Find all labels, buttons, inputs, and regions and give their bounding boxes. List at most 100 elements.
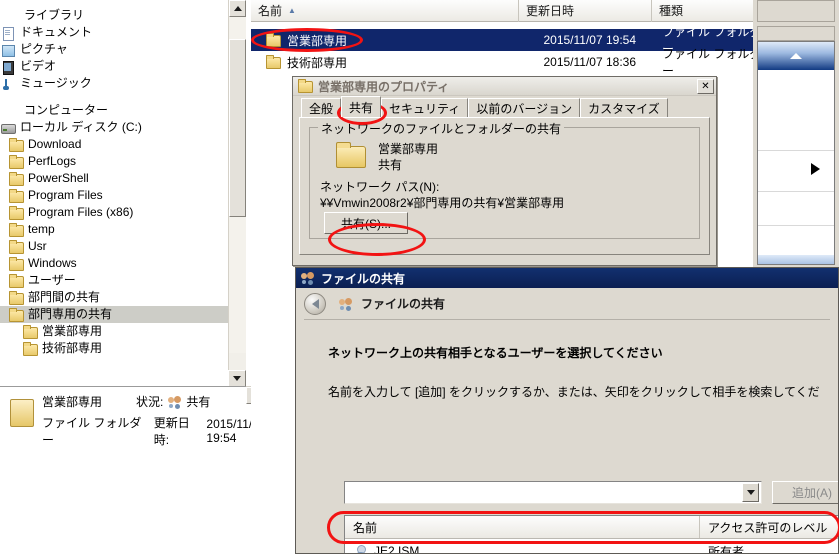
- sidebar-item-powershell[interactable]: PowerShell: [0, 170, 228, 187]
- permission-row[interactable]: JE2 ISM 所有者: [345, 539, 838, 553]
- folder-properties-dialog[interactable]: 営業部専用のプロパティ ✕ 全般 共有 セキュリティ 以前のバージョン カスタマ…: [292, 76, 717, 266]
- chevron-down-icon[interactable]: [742, 483, 759, 502]
- tab-customize[interactable]: カスタマイズ: [580, 98, 668, 117]
- file-list-header: 名前 ▲ 更新日時 種類: [251, 0, 839, 22]
- tab-security[interactable]: セキュリティ: [381, 98, 469, 117]
- column-header-modified[interactable]: 更新日時: [519, 0, 652, 22]
- scroll-thumb[interactable]: [229, 39, 246, 217]
- details-status-value: 共有: [186, 395, 211, 409]
- sidebar-item-users[interactable]: ユーザー: [0, 272, 228, 289]
- share-users-icon: [300, 271, 316, 285]
- tab-previous-versions[interactable]: 以前のバージョン: [468, 98, 581, 117]
- list-item[interactable]: [758, 70, 834, 111]
- tree-item-label: 技術部専用: [42, 341, 103, 355]
- sidebar-item-download[interactable]: Download: [0, 136, 228, 153]
- close-icon[interactable]: ✕: [697, 78, 714, 94]
- folder-icon: [297, 79, 313, 93]
- tree-item-label: Program Files: [28, 188, 103, 202]
- tree-item-label: ユーザー: [28, 273, 76, 287]
- tree-item-label: ミュージック: [20, 76, 92, 90]
- shared-users-icon: [167, 395, 183, 409]
- column-header-name[interactable]: 名前: [345, 516, 700, 538]
- tree-item-label: PerfLogs: [28, 154, 77, 168]
- tab-label: セキュリティ: [389, 101, 461, 116]
- folder-icon: [8, 171, 24, 186]
- sidebar-item-music[interactable]: ミュージック: [0, 75, 228, 92]
- folder-icon: [265, 33, 281, 47]
- tab-sharing[interactable]: 共有: [341, 96, 382, 117]
- tree-vertical-scrollbar[interactable]: [228, 0, 246, 370]
- sidebar-item-temp[interactable]: temp: [0, 221, 228, 238]
- tree-item-label: ライブラリ: [24, 8, 85, 22]
- folder-icon: [22, 341, 38, 356]
- sidebar-item-videos[interactable]: ビデオ: [0, 58, 228, 75]
- wizard-heading: ネットワーク上の共有相手となるユーザーを選択してください: [328, 346, 663, 360]
- tab-label: カスタマイズ: [588, 101, 660, 116]
- tree-section-computer[interactable]: コンピューター: [0, 102, 228, 119]
- back-arrow-icon[interactable]: [304, 292, 326, 315]
- column-label: 名前: [258, 4, 283, 18]
- user-name-input[interactable]: [349, 484, 743, 501]
- chevron-left-icon: [311, 298, 319, 309]
- tree-section-libraries[interactable]: ライブラリ: [0, 7, 228, 24]
- sidebar-item-local-disk-c[interactable]: ローカル ディスク (C:): [0, 119, 228, 136]
- dropdown-list[interactable]: [757, 41, 835, 265]
- sidebar-item-dept-only-share[interactable]: 部門専用の共有: [0, 306, 228, 323]
- file-sharing-wizard[interactable]: ファイルの共有 ファイルの共有 ネットワーク上の共有相手となるユーザーを選択して…: [295, 267, 839, 554]
- list-item[interactable]: [758, 111, 834, 151]
- tree-item-label: ビデオ: [20, 59, 57, 73]
- tab-label: 以前のバージョン: [476, 101, 573, 116]
- sidebar-item-program-files[interactable]: Program Files: [0, 187, 228, 204]
- scroll-up-button[interactable]: [229, 0, 246, 17]
- tree-item-label: 部門専用の共有: [28, 307, 113, 321]
- wizard-title-bar[interactable]: ファイルの共有: [296, 268, 838, 288]
- properties-tabstrip[interactable]: 全般 共有 セキュリティ 以前のバージョン カスタマイズ: [293, 96, 716, 117]
- wizard-title: ファイルの共有: [321, 271, 406, 286]
- folder-icon: [336, 142, 366, 168]
- list-item[interactable]: [758, 226, 834, 255]
- sidebar-item-engineering-only[interactable]: 技術部専用: [0, 340, 228, 357]
- picture-icon: [0, 43, 16, 57]
- navigation-tree-pane[interactable]: ライブラリ ドキュメント ピクチャ ビデオ ミュージック コンピューター ローカ…: [0, 0, 228, 386]
- sidebar-item-usr[interactable]: Usr: [0, 238, 228, 255]
- shared-folder-state: 共有: [378, 158, 403, 172]
- scroll-track-lower[interactable]: [229, 217, 246, 353]
- table-row[interactable]: 技術部専用 2015/11/07 18:36 ファイル フォルダー: [251, 47, 839, 78]
- row-name: 技術部専用: [287, 55, 348, 70]
- tree-item-label: 営業部専用: [42, 324, 103, 338]
- sidebar-item-pictures[interactable]: ピクチャ: [0, 41, 228, 58]
- row-name: 営業部専用: [287, 33, 348, 48]
- list-item[interactable]: [758, 151, 834, 192]
- sidebar-item-sales-only[interactable]: 営業部専用: [0, 323, 228, 340]
- tab-general[interactable]: 全般: [301, 98, 342, 117]
- sidebar-item-interdept-share[interactable]: 部門間の共有: [0, 289, 228, 306]
- share-button[interactable]: 共有(S)...: [324, 212, 408, 234]
- sidebar-item-windows[interactable]: Windows: [0, 255, 228, 272]
- sidebar-item-program-files-x86[interactable]: Program Files (x86): [0, 204, 228, 221]
- list-item[interactable]: [758, 192, 834, 226]
- tree-item-label: Windows: [28, 256, 77, 270]
- tree-item-label: Download: [28, 137, 82, 151]
- tab-label: 全般: [309, 101, 334, 116]
- wizard-instruction: 名前を入力して [追加] をクリックするか、または、矢印をクリックして相手を検索…: [328, 385, 820, 399]
- right-dropdown-panel[interactable]: [753, 0, 839, 268]
- properties-title-bar[interactable]: 営業部専用のプロパティ ✕: [293, 77, 716, 96]
- scroll-down-icon[interactable]: [758, 255, 834, 264]
- permission-list[interactable]: 名前 アクセス許可のレベル JE2 ISM 所有者 営業部: [344, 515, 838, 553]
- column-header-name[interactable]: 名前 ▲: [251, 0, 519, 22]
- properties-title: 営業部専用のプロパティ: [318, 79, 450, 94]
- sidebar-item-documents[interactable]: ドキュメント: [0, 24, 228, 41]
- share-users-icon: [338, 297, 354, 311]
- row-name-cell: 技術部専用: [251, 54, 519, 71]
- user-name-combobox[interactable]: [344, 481, 762, 504]
- scroll-track-upper[interactable]: [229, 17, 246, 39]
- tree-item-label: ピクチャ: [20, 42, 68, 56]
- add-user-button[interactable]: 追加(A): [772, 481, 838, 504]
- chevron-up-icon: [790, 53, 802, 59]
- sidebar-item-perflogs[interactable]: PerfLogs: [0, 153, 228, 170]
- column-header-permission-level[interactable]: アクセス許可のレベル: [700, 516, 838, 538]
- panel-top-strip: [757, 0, 835, 22]
- scroll-down-button[interactable]: [228, 370, 246, 387]
- folder-icon: [265, 55, 281, 69]
- scroll-up-icon[interactable]: [758, 42, 834, 70]
